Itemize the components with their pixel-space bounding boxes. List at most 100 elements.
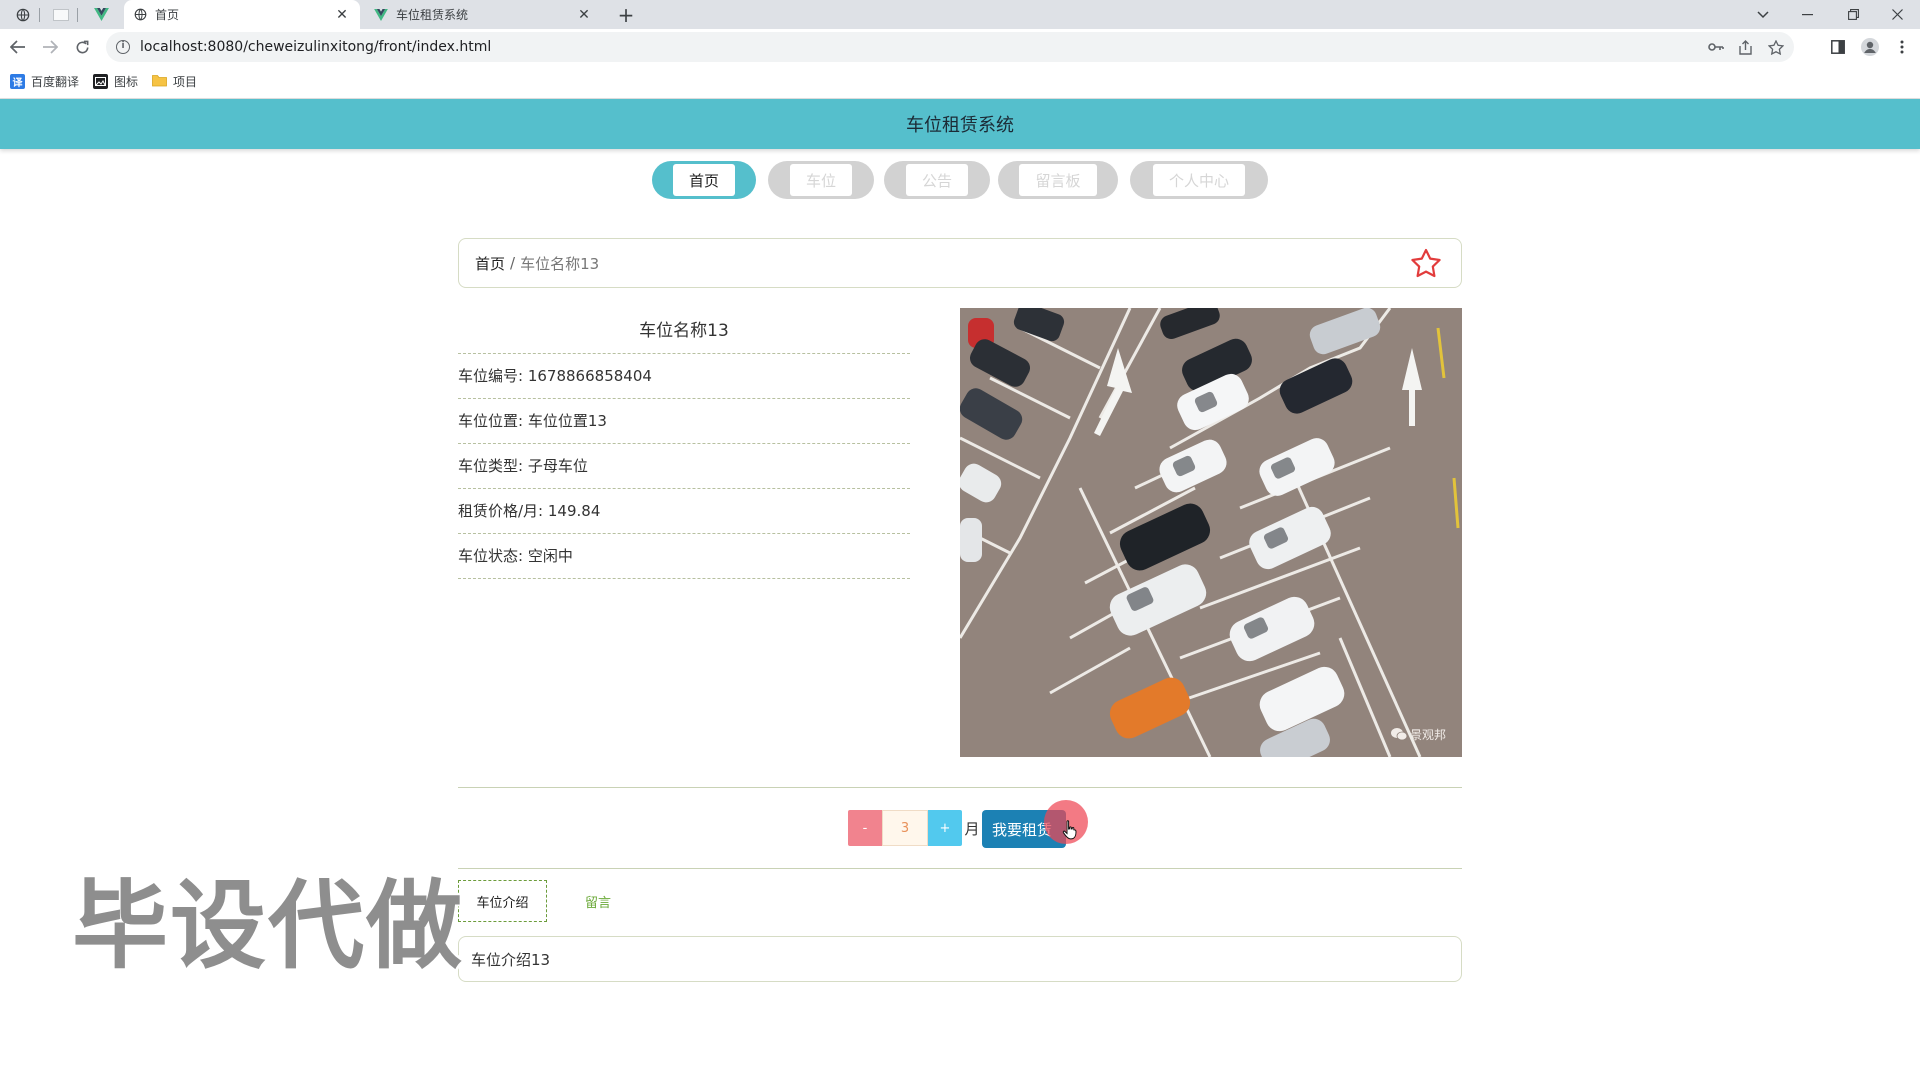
tab-parking-system[interactable]: 车位租赁系统 ✕	[364, 0, 602, 29]
quantity-decrement-button[interactable]: -	[848, 810, 882, 846]
translate-icon: 译	[10, 74, 25, 89]
close-window-button[interactable]	[1874, 0, 1920, 29]
main-nav: 首页 车位 公告 留言板 个人中心	[0, 161, 1920, 201]
side-panel-button[interactable]	[1824, 33, 1852, 61]
rent-controls: - 3 + 月 我要租赁	[0, 800, 1920, 848]
nav-item-user-center[interactable]: 个人中心	[1130, 161, 1268, 199]
address-bar[interactable]: i localhost:8080/cheweizulinxitong/front…	[106, 32, 1794, 62]
tab-title: 首页	[155, 8, 180, 22]
nav-item-label: 留言板	[1019, 164, 1097, 196]
overlay-watermark: 毕设代做	[72, 870, 464, 982]
url-text: localhost:8080/cheweizulinxitong/front/i…	[140, 39, 492, 55]
field-label: 车位状态:	[458, 547, 524, 565]
avatar-icon	[1861, 38, 1879, 56]
browser-toolbar: i localhost:8080/cheweizulinxitong/front…	[0, 29, 1920, 65]
globe-icon	[134, 8, 147, 21]
hand-cursor-icon	[1062, 820, 1077, 840]
image-icon	[93, 74, 109, 89]
field-label: 车位编号:	[458, 367, 524, 385]
back-button[interactable]	[4, 33, 32, 61]
breadcrumb: 首页 / 车位名称13	[458, 238, 1462, 288]
field-parking-type: 车位类型: 子母车位	[458, 444, 910, 489]
arrow-right-icon	[43, 40, 58, 54]
new-tab-button[interactable]: +	[612, 0, 640, 29]
pinned-tab-blank[interactable]	[44, 0, 78, 29]
restore-button[interactable]	[1830, 0, 1876, 29]
vue-logo-icon	[374, 8, 388, 21]
nav-item-label: 公告	[905, 164, 968, 196]
field-value: 空闲中	[527, 547, 573, 565]
folder-icon	[152, 74, 167, 90]
globe-icon	[16, 8, 30, 21]
tab-title: 车位租赁系统	[396, 8, 469, 22]
breadcrumb-home-link[interactable]: 首页	[475, 253, 505, 274]
restore-icon	[1847, 9, 1859, 20]
nav-item-message-board[interactable]: 留言板	[998, 161, 1118, 199]
pinned-tab-vue[interactable]	[84, 0, 118, 29]
tab-comments[interactable]: 留言	[566, 880, 630, 922]
profile-button[interactable]	[1856, 33, 1884, 61]
divider	[458, 787, 1462, 788]
nav-item-notice[interactable]: 公告	[884, 161, 990, 199]
nav-item-label: 个人中心	[1152, 164, 1245, 196]
divider	[458, 868, 1462, 869]
parking-name-heading: 车位名称13	[458, 308, 910, 354]
site-header: 车位租赁系统	[0, 99, 1920, 149]
bookmark-label: 项目	[173, 75, 198, 89]
bookmark-icons[interactable]: 图标	[93, 73, 138, 90]
field-parking-status: 车位状态: 空闲中	[458, 534, 910, 579]
bookmarks-bar: 译 百度翻译 图标 项目	[0, 65, 1920, 99]
tab-parking-intro[interactable]: 车位介绍	[458, 880, 547, 922]
parking-intro-content: 车位介绍13	[458, 936, 1462, 982]
nav-item-home[interactable]: 首页	[652, 161, 756, 199]
breadcrumb-current: 车位名称13	[520, 254, 600, 273]
wechat-icon	[1390, 728, 1408, 741]
chevron-down-icon	[1757, 10, 1769, 18]
side-panel-icon	[1831, 40, 1845, 54]
bookmark-label: 百度翻译	[31, 75, 80, 89]
vue-logo-icon	[93, 8, 109, 21]
browser-tab-strip: 首页 ✕ 车位租赁系统 ✕ +	[0, 0, 1920, 29]
quantity-increment-button[interactable]: +	[928, 810, 962, 846]
field-value: 子母车位	[527, 457, 588, 475]
pinned-tab-globe[interactable]	[6, 0, 40, 29]
site-info-icon[interactable]: i	[116, 40, 130, 54]
nav-item-label: 车位	[789, 164, 852, 196]
menu-button[interactable]	[1888, 33, 1916, 61]
key-icon[interactable]	[1708, 42, 1724, 52]
bookmark-baidu-translate[interactable]: 译 百度翻译	[10, 73, 79, 90]
field-label: 车位类型:	[458, 457, 524, 475]
forward-button[interactable]	[36, 33, 64, 61]
field-monthly-price: 租赁价格/月: 149.84	[458, 489, 910, 534]
blank-page-icon	[53, 8, 69, 21]
close-icon[interactable]: ✕	[576, 7, 592, 23]
favorite-star-icon[interactable]	[1409, 247, 1443, 281]
quantity-input[interactable]: 3	[882, 810, 928, 846]
parking-photo: 景观邦	[960, 308, 1462, 757]
parking-intro-text: 车位介绍13	[471, 950, 551, 969]
share-icon[interactable]	[1738, 39, 1754, 55]
bookmark-label: 图标	[114, 75, 139, 89]
field-value: 1678866858404	[527, 367, 652, 385]
reload-button[interactable]	[68, 33, 96, 61]
tab-search-button[interactable]	[1740, 0, 1786, 29]
field-label: 租赁价格/月:	[458, 502, 544, 520]
parking-detail-info: 车位名称13 车位编号: 1678866858404 车位位置: 车位位置13 …	[458, 308, 910, 579]
nav-item-parking[interactable]: 车位	[768, 161, 874, 199]
site-title: 车位租赁系统	[906, 115, 1014, 136]
field-parking-location: 车位位置: 车位位置13	[458, 399, 910, 444]
nav-item-label: 首页	[672, 164, 735, 196]
kebab-menu-icon	[1900, 40, 1904, 54]
reload-icon	[76, 40, 88, 53]
minimize-icon	[1801, 13, 1813, 15]
content-tabs: 车位介绍 留言	[458, 880, 1462, 922]
bookmark-project[interactable]: 项目	[152, 73, 197, 90]
bookmark-star-icon[interactable]	[1768, 39, 1784, 55]
breadcrumb-separator: /	[510, 254, 516, 272]
tab-home[interactable]: 首页 ✕	[124, 0, 360, 29]
field-value: 车位位置13	[527, 412, 607, 430]
close-icon	[1891, 9, 1903, 20]
photo-watermark: 景观邦	[1390, 726, 1446, 743]
close-icon[interactable]: ✕	[334, 7, 350, 23]
minimize-button[interactable]	[1784, 0, 1830, 29]
